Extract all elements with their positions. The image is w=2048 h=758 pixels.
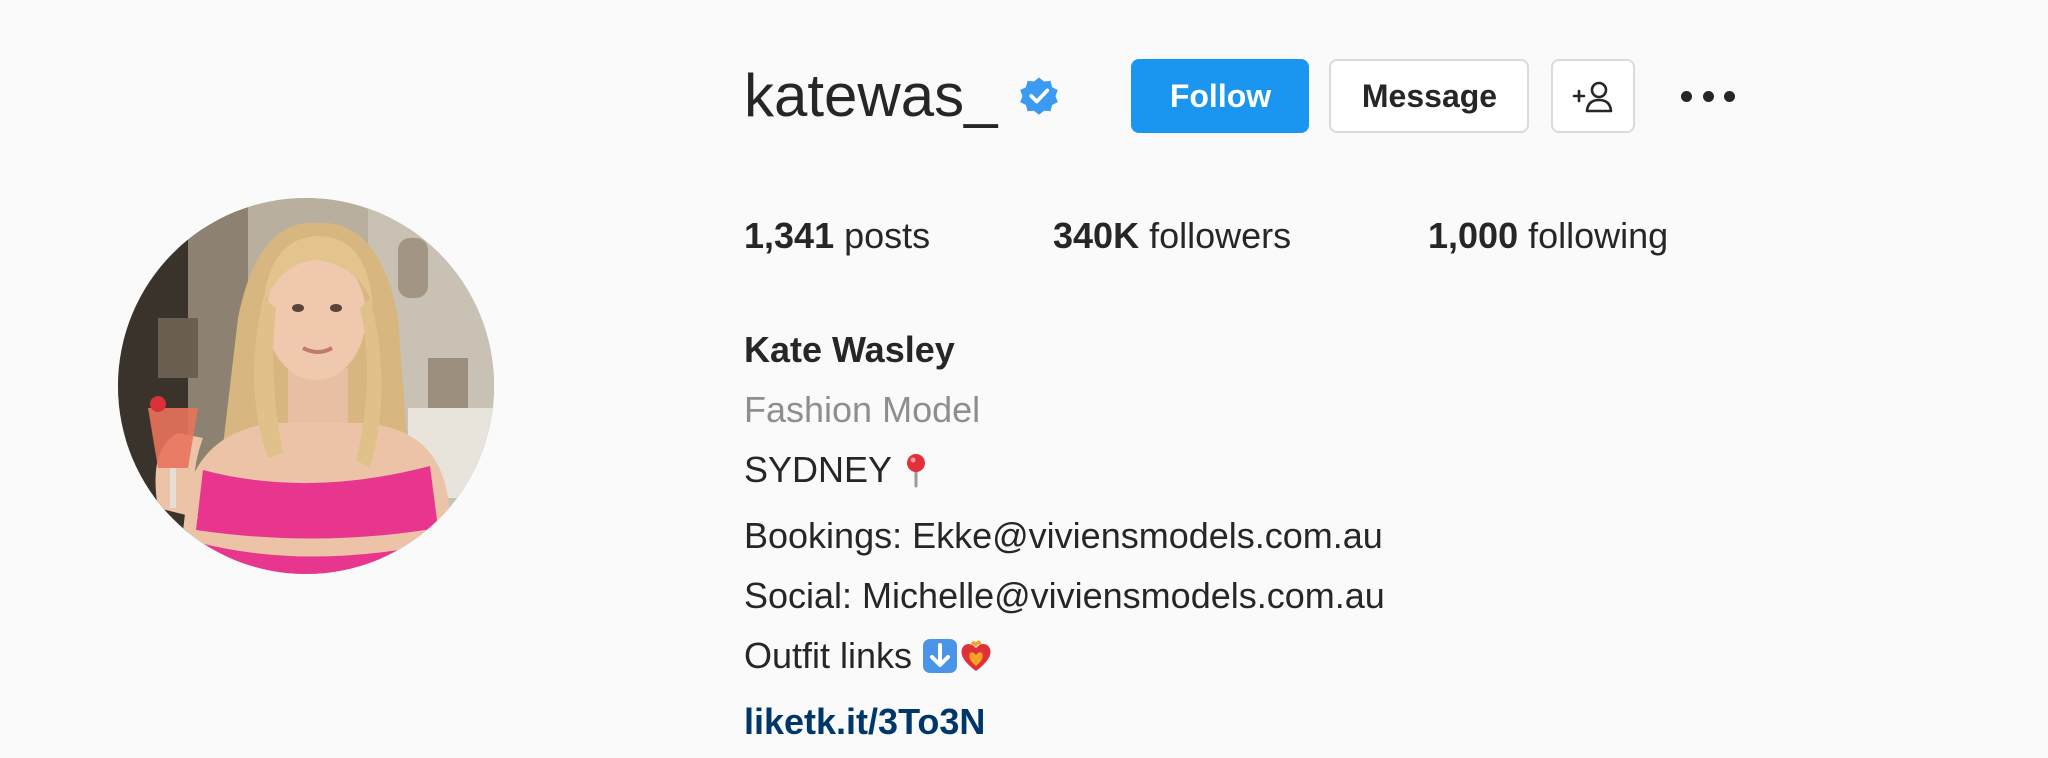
followers-link[interactable]: 340K followers [1053, 212, 1428, 260]
outfit-links-line: Outfit links [744, 626, 1385, 692]
suggest-similar-button[interactable] [1551, 59, 1636, 133]
more-dot [1681, 90, 1693, 102]
location-text: SYDNEY [744, 449, 892, 490]
following-count: 1,000 [1428, 215, 1519, 256]
location-line: SYDNEY [744, 440, 1385, 506]
social-line: Social: Michelle@viviensmodels.com.au [744, 575, 1385, 616]
more-dot [1724, 90, 1736, 102]
profile-avatar[interactable] [118, 198, 494, 574]
message-button[interactable]: Message [1329, 59, 1530, 133]
down-arrow-emoji-icon [922, 632, 958, 692]
bookings-line: Bookings: Ekke@viviensmodels.com.au [744, 515, 1383, 556]
followers-count: 340K [1053, 215, 1140, 256]
more-options-icon[interactable] [1681, 86, 1736, 106]
outfit-links-text: Outfit links [744, 635, 913, 676]
add-person-icon [1573, 81, 1613, 113]
verified-badge-icon [1020, 77, 1059, 115]
profile-header: katewas_ Follow Message [744, 58, 1736, 134]
profile-page: katewas_ Follow Message 1,341 posts 340K… [0, 0, 2048, 758]
avatar-photo [118, 198, 494, 574]
category-label: Fashion Model [744, 389, 981, 430]
heart-on-fire-emoji-icon [958, 632, 994, 692]
following-label: following [1518, 215, 1669, 256]
round-pushpin-icon [901, 446, 931, 506]
following-link[interactable]: 1,000 following [1428, 212, 1668, 260]
follow-button[interactable]: Follow [1131, 59, 1310, 133]
profile-username: katewas_ [744, 62, 998, 129]
profile-bio: Kate Wasley Fashion Model SYDNEY Booking… [744, 320, 1385, 752]
profile-stats: 1,341 posts 340K followers 1,000 followi… [744, 212, 1668, 260]
more-dot [1702, 90, 1714, 102]
posts-label: posts [834, 215, 931, 256]
posts-count: 1,341 [744, 215, 835, 256]
full-name: Kate Wasley [744, 329, 955, 370]
followers-label: followers [1139, 215, 1292, 256]
posts-stat: 1,341 posts [744, 212, 1053, 260]
external-link[interactable]: liketk.it/3To3N [744, 692, 1385, 752]
